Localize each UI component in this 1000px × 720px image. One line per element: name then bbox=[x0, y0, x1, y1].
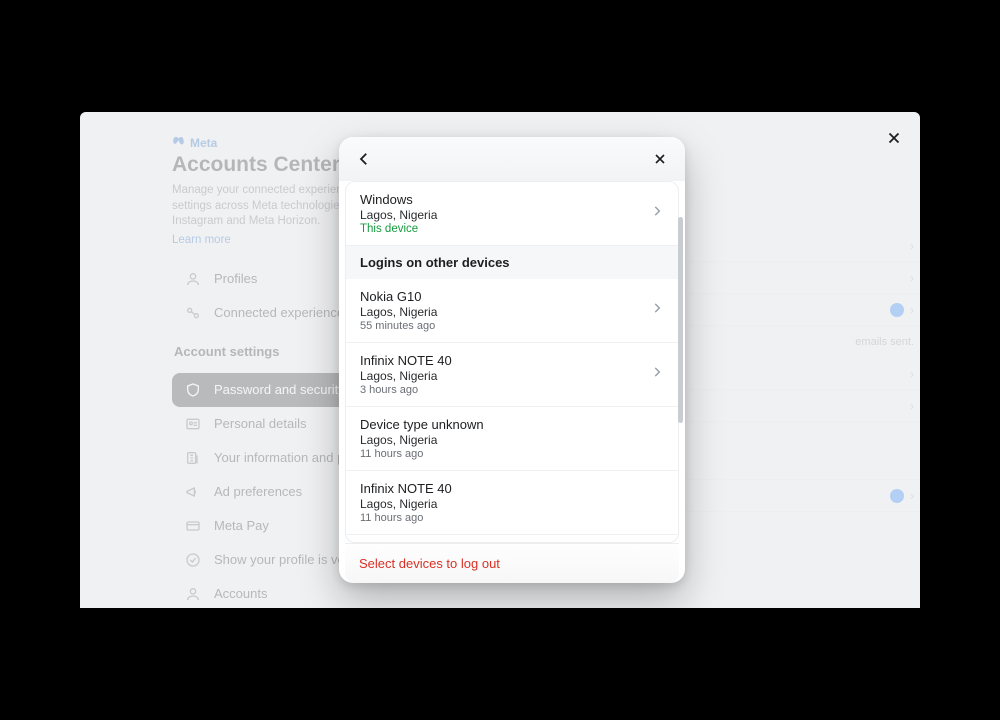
connected-icon bbox=[184, 304, 202, 322]
device-name: Infinix NOTE 40 bbox=[360, 353, 452, 368]
chevron-right-icon: › bbox=[910, 303, 914, 317]
sidebar-item-label: Accounts bbox=[214, 586, 267, 601]
device-time: 11 hours ago bbox=[360, 448, 484, 460]
device-name: Device type unknown bbox=[360, 417, 484, 432]
device-location: Lagos, Nigeria bbox=[360, 369, 452, 383]
close-button[interactable] bbox=[645, 144, 675, 174]
modal-body: Windows Lagos, Nigeria This device Login… bbox=[339, 181, 685, 583]
device-row[interactable]: Infinix NOTE 40 Lagos, Nigeria 3 hours a… bbox=[346, 343, 678, 407]
megaphone-icon bbox=[184, 483, 202, 501]
chevron-right-icon: › bbox=[910, 367, 914, 381]
page-close-button[interactable] bbox=[880, 124, 908, 152]
device-name: Windows bbox=[360, 192, 437, 207]
permissions-icon bbox=[184, 449, 202, 467]
sidebar-item-label: Meta Pay bbox=[214, 518, 269, 533]
sidebar-item-label: Personal details bbox=[214, 416, 307, 431]
sidebar-item-label: Connected experiences bbox=[214, 305, 351, 320]
modal-header bbox=[339, 137, 685, 181]
chevron-right-icon: › bbox=[910, 489, 914, 503]
sidebar-item-label: Ad preferences bbox=[214, 484, 302, 499]
accounts-icon bbox=[184, 585, 202, 603]
scrollbar[interactable] bbox=[678, 217, 683, 423]
device-time: 55 minutes ago bbox=[360, 320, 437, 332]
this-device-label: This device bbox=[360, 223, 437, 235]
facebook-badge-icon bbox=[890, 489, 904, 503]
device-name: Nokia G10 bbox=[360, 289, 437, 304]
device-time: 3 hours ago bbox=[360, 384, 452, 396]
sidebar-item-label: Password and security bbox=[214, 382, 345, 397]
chevron-right-icon: › bbox=[910, 399, 914, 413]
chevron-right-icon bbox=[650, 204, 664, 223]
card-icon bbox=[184, 517, 202, 535]
device-row[interactable]: Device type unknown Lagos, Nigeria 11 ho… bbox=[346, 407, 678, 471]
back-button[interactable] bbox=[349, 144, 379, 174]
chevron-right-icon: › bbox=[910, 271, 914, 285]
modal-footer: Select devices to log out bbox=[345, 543, 679, 583]
person-icon bbox=[184, 270, 202, 288]
device-row[interactable]: Android Lagos, Nigeria on July 26 at 7:1… bbox=[346, 535, 678, 543]
id-card-icon bbox=[184, 415, 202, 433]
meta-logo-icon bbox=[172, 134, 186, 151]
bg-hint-text: emails sent. bbox=[855, 336, 914, 348]
chevron-right-icon bbox=[650, 301, 664, 320]
device-location: Lagos, Nigeria bbox=[360, 208, 437, 222]
chevron-right-icon: › bbox=[910, 239, 914, 253]
sidebar-item-label: Profiles bbox=[214, 271, 257, 286]
current-device-row[interactable]: Windows Lagos, Nigeria This device bbox=[346, 182, 678, 246]
chevron-right-icon bbox=[650, 365, 664, 384]
device-location: Lagos, Nigeria bbox=[360, 497, 452, 511]
device-location: Lagos, Nigeria bbox=[360, 305, 437, 319]
meta-brand-text: Meta bbox=[190, 136, 217, 150]
other-devices-header: Logins on other devices bbox=[346, 246, 678, 279]
device-name: Infinix NOTE 40 bbox=[360, 481, 452, 496]
select-devices-logout-link[interactable]: Select devices to log out bbox=[359, 556, 500, 571]
facebook-badge-icon bbox=[890, 303, 904, 317]
device-row[interactable]: Infinix NOTE 40 Lagos, Nigeria 11 hours … bbox=[346, 471, 678, 535]
login-activity-modal: Windows Lagos, Nigeria This device Login… bbox=[339, 137, 685, 583]
learn-more-link[interactable]: Learn more bbox=[172, 234, 231, 246]
device-row[interactable]: Nokia G10 Lagos, Nigeria 55 minutes ago bbox=[346, 279, 678, 343]
device-list: Windows Lagos, Nigeria This device Login… bbox=[345, 181, 679, 543]
verified-icon bbox=[184, 551, 202, 569]
device-location: Lagos, Nigeria bbox=[360, 433, 484, 447]
device-time: 11 hours ago bbox=[360, 512, 452, 524]
shield-icon bbox=[184, 381, 202, 399]
